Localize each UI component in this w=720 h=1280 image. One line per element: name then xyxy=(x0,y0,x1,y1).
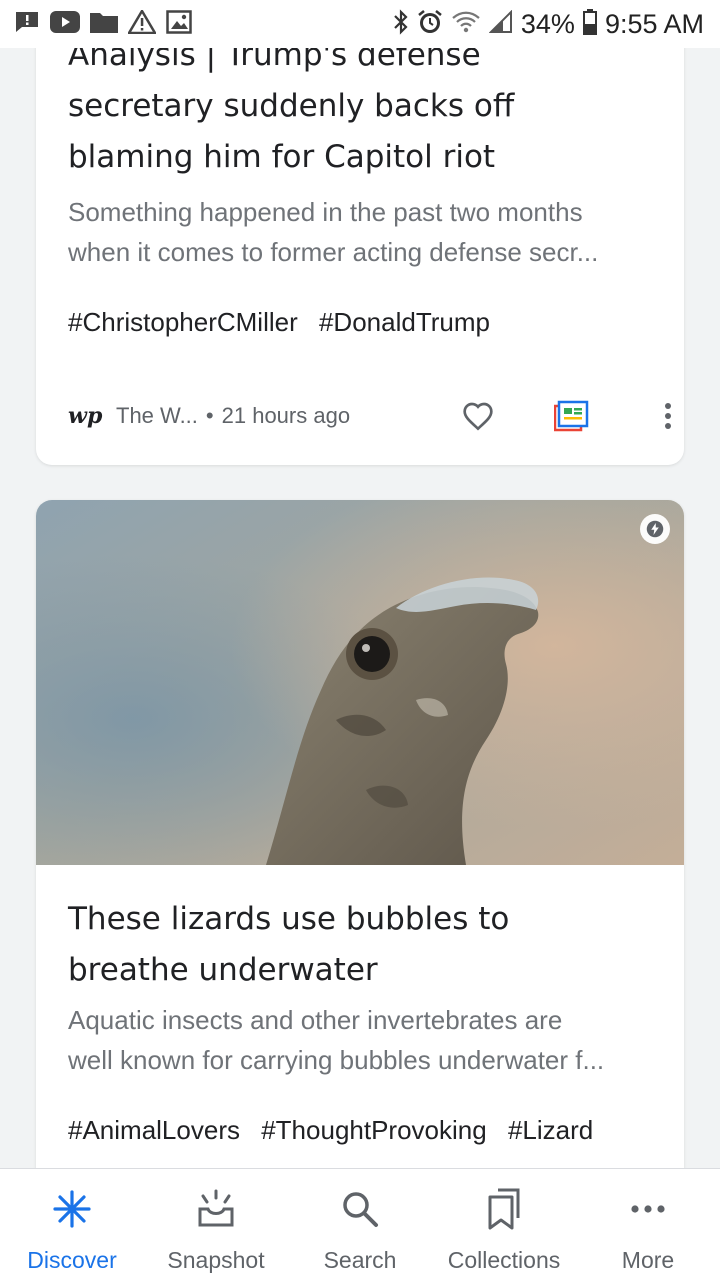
snippet-line: Something happened in the past two month… xyxy=(68,197,583,227)
article-card-capitol-riot[interactable]: Analysis | Trump's defense secretary sud… xyxy=(36,0,684,465)
topic-tags: #AnimalLovers #ThoughtProvoking #Lizard xyxy=(68,1114,660,1146)
full-coverage-icon[interactable] xyxy=(550,394,594,438)
folder-icon xyxy=(90,11,118,38)
nav-search[interactable]: Search xyxy=(288,1169,432,1280)
publisher-logo: wp xyxy=(68,403,103,429)
snippet-line: when it comes to former acting defense s… xyxy=(68,237,599,267)
topic-tag[interactable]: #AnimalLovers xyxy=(68,1115,240,1145)
topic-tags: #ChristopherCMiller #DonaldTrump xyxy=(68,306,660,338)
lizard-photo xyxy=(36,500,684,865)
notification-icons xyxy=(14,8,202,39)
topic-tag[interactable]: #Lizard xyxy=(508,1115,593,1145)
alarm-icon xyxy=(417,9,443,40)
headline-line: breathe underwater xyxy=(68,952,378,988)
publish-time: 21 hours ago xyxy=(221,403,351,428)
more-icon xyxy=(630,1187,666,1231)
topic-tag[interactable]: #DonaldTrump xyxy=(319,307,490,337)
headline-line: secretary suddenly backs off xyxy=(68,88,515,124)
headline-line: These lizards use bubbles to xyxy=(68,901,510,937)
status-bar: 34% 9:55 AM xyxy=(0,0,720,48)
snippet-line: well known for carrying bubbles underwat… xyxy=(68,1045,605,1075)
image-icon xyxy=(166,9,192,39)
snippet-line: Aquatic insects and other invertebrates … xyxy=(68,1005,563,1035)
article-image[interactable] xyxy=(36,500,684,865)
battery-icon xyxy=(582,8,597,40)
heart-icon[interactable] xyxy=(456,394,500,438)
headline-line: blaming him for Capitol riot xyxy=(68,139,496,175)
article-card-lizards[interactable]: These lizards use bubbles to breathe und… xyxy=(36,500,684,1240)
topic-tag[interactable]: #ThoughtProvoking xyxy=(261,1115,486,1145)
article-meta-row: wp The W... • 21 hours ago xyxy=(68,392,671,440)
google-app-screen: Analysis | Trump's defense secretary sud… xyxy=(0,0,720,1280)
nav-label: More xyxy=(621,1247,675,1273)
meta-separator: • xyxy=(205,403,214,428)
system-icons: 34% 9:55 AM xyxy=(385,8,704,40)
wifi-icon xyxy=(451,10,481,39)
nav-label: Search xyxy=(323,1247,397,1273)
battery-percentage: 34% xyxy=(520,8,575,39)
snapshot-icon xyxy=(194,1187,238,1231)
message-icon xyxy=(14,10,40,39)
signal-icon xyxy=(488,9,513,39)
article-snippet: Something happened in the past two month… xyxy=(68,192,660,272)
article-headline[interactable]: Analysis | Trump's defense secretary sud… xyxy=(68,30,652,183)
warning-icon xyxy=(126,8,158,39)
nav-label: Discover xyxy=(27,1247,117,1273)
nav-snapshot[interactable]: Snapshot xyxy=(144,1169,288,1280)
article-snippet: Aquatic insects and other invertebrates … xyxy=(68,1000,660,1080)
clock: 9:55 AM xyxy=(604,8,704,39)
bottom-navigation: Discover Snapshot Search Collections Mor… xyxy=(0,1168,720,1280)
bluetooth-icon xyxy=(393,8,409,40)
overflow-menu-icon[interactable] xyxy=(646,394,684,438)
youtube-icon xyxy=(50,10,80,38)
nav-label: Snapshot xyxy=(167,1247,265,1273)
amp-lightning-icon xyxy=(640,514,670,544)
publisher-name[interactable]: The W... xyxy=(116,403,198,429)
topic-tag[interactable]: #ChristopherCMiller xyxy=(68,307,298,337)
collections-icon xyxy=(486,1187,522,1231)
nav-collections[interactable]: Collections xyxy=(432,1169,576,1280)
nav-discover[interactable]: Discover xyxy=(0,1169,144,1280)
nav-more[interactable]: More xyxy=(576,1169,720,1280)
search-icon xyxy=(340,1187,380,1231)
discover-icon xyxy=(52,1187,92,1231)
nav-label: Collections xyxy=(447,1247,561,1273)
article-headline[interactable]: These lizards use bubbles to breathe und… xyxy=(68,894,652,996)
